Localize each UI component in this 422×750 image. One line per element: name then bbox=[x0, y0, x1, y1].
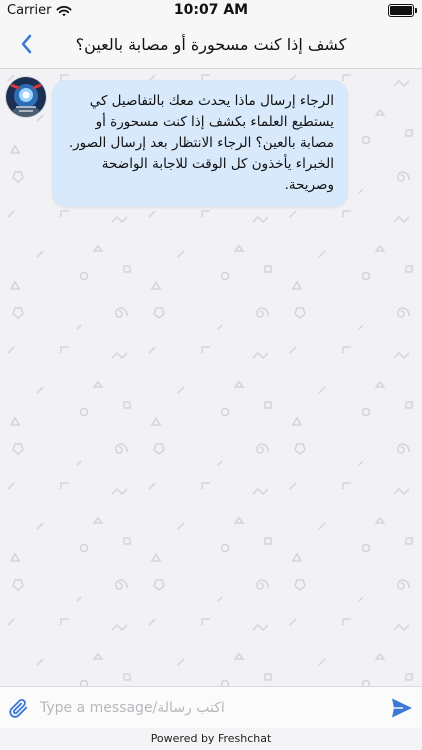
attach-button[interactable] bbox=[6, 695, 32, 721]
paperclip-icon bbox=[9, 698, 28, 718]
send-icon bbox=[392, 698, 412, 718]
message-input[interactable] bbox=[40, 696, 370, 720]
chat-area[interactable]: الرجاء إرسال ماذا يحدث معك بالتفاصيل كي … bbox=[0, 69, 422, 686]
avatar-image bbox=[6, 77, 46, 117]
send-button[interactable] bbox=[388, 695, 416, 721]
composer-bar bbox=[0, 686, 422, 729]
powered-by-footer: Powered by Freshchat bbox=[0, 728, 422, 750]
powered-by-text: Powered by Freshchat bbox=[150, 732, 272, 745]
message-text: الرجاء إرسال ماذا يحدث معك بالتفاصيل كي … bbox=[68, 93, 334, 193]
chevron-left-icon bbox=[21, 34, 32, 54]
back-button[interactable] bbox=[14, 30, 38, 58]
status-bar: Carrier 10:07 AM bbox=[0, 0, 422, 20]
status-time: 10:07 AM bbox=[173, 2, 249, 18]
agent-avatar[interactable] bbox=[6, 77, 46, 117]
navigation-bar: كشف إذا كنت مسحورة أو مصابة بالعين؟ bbox=[0, 20, 422, 69]
message-bubble[interactable]: الرجاء إرسال ماذا يحدث معك بالتفاصيل كي … bbox=[52, 80, 348, 207]
page-title: كشف إذا كنت مسحورة أو مصابة بالعين؟ bbox=[75, 35, 347, 54]
battery-icon bbox=[388, 4, 417, 17]
